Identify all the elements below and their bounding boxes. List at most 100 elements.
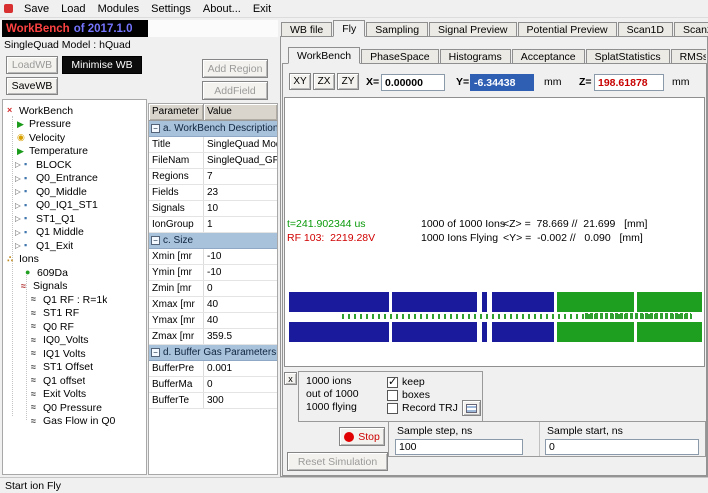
- table-row[interactable]: Xmin [mr -10: [149, 249, 277, 265]
- add-region-button[interactable]: Add Region: [202, 59, 268, 78]
- value-cell[interactable]: SingleQuad_GF2: [204, 153, 277, 168]
- expander-icon[interactable]: [15, 175, 24, 183]
- table-row[interactable]: IonGroup 1: [149, 217, 277, 233]
- value-cell[interactable]: 40: [204, 297, 277, 312]
- tree-item[interactable]: ≈ ST1 RF: [3, 307, 146, 321]
- tree-item[interactable]: ≈ ST1 Offset: [3, 361, 146, 375]
- minimise-wb-button[interactable]: Minimise WB: [62, 56, 142, 74]
- stop-button[interactable]: Stop: [339, 427, 385, 446]
- projection-button[interactable]: ZX: [313, 73, 335, 90]
- table-row[interactable]: a. WorkBench Description: [149, 121, 277, 137]
- tree-item[interactable]: ≈ Signals: [3, 280, 146, 294]
- value-cell[interactable]: 0.001: [204, 361, 277, 376]
- tab[interactable]: Acceptance: [512, 49, 585, 64]
- collapse-icon[interactable]: [151, 124, 160, 133]
- boxes-checkbox[interactable]: boxes: [387, 389, 430, 401]
- value-cell[interactable]: 0: [204, 377, 277, 392]
- tab[interactable]: PhaseSpace: [361, 49, 439, 64]
- table-row[interactable]: BufferTe 300: [149, 393, 277, 409]
- table-row[interactable]: Ymax [mr 40: [149, 313, 277, 329]
- value-cell[interactable]: 359.5: [204, 329, 277, 344]
- table-row[interactable]: Ymin [mr -10: [149, 265, 277, 281]
- reset-simulation-button[interactable]: Reset Simulation: [287, 452, 388, 471]
- table-row[interactable]: Zmax [mr 359.5: [149, 329, 277, 345]
- tree-item[interactable]: ∴ Ions: [3, 253, 146, 267]
- z-coordinate-input[interactable]: [594, 74, 664, 91]
- section-row[interactable]: d. Buffer Gas Parameters: [149, 345, 277, 360]
- close-overlay-button[interactable]: x: [284, 372, 297, 385]
- simulation-viewport[interactable]: t=241.902344 us RF 103: 2219.28V 1000 of…: [284, 97, 705, 367]
- table-row[interactable]: Signals 10: [149, 201, 277, 217]
- tree-item[interactable]: ▪ Q0_Middle: [3, 185, 146, 199]
- tree-item[interactable]: ≈ Q1 offset: [3, 374, 146, 388]
- tree-item[interactable]: ≈ Gas Flow in Q0: [3, 415, 146, 429]
- tree-item[interactable]: ▪ ST1_Q1: [3, 212, 146, 226]
- expander-icon[interactable]: [15, 161, 24, 169]
- tree-item[interactable]: ▶ Pressure: [3, 118, 146, 132]
- tree-item[interactable]: ● 609Da: [3, 266, 146, 280]
- tab[interactable]: Scan2D: [674, 22, 708, 37]
- expander-icon[interactable]: [15, 242, 24, 250]
- tab[interactable]: Signal Preview: [429, 22, 516, 37]
- value-cell[interactable]: 1: [204, 217, 277, 232]
- loadwb-button[interactable]: LoadWB: [6, 56, 58, 74]
- table-row[interactable]: Title SingleQuad Mod: [149, 137, 277, 153]
- table-row[interactable]: Xmax [mr 40: [149, 297, 277, 313]
- table-row[interactable]: Fields 23: [149, 185, 277, 201]
- tab[interactable]: Sampling: [366, 22, 428, 37]
- menu-item[interactable]: Settings: [145, 2, 197, 16]
- projection-button[interactable]: XY: [289, 73, 311, 90]
- tree-item[interactable]: ≈ IQ1 Volts: [3, 347, 146, 361]
- menu-item[interactable]: Save: [18, 2, 55, 16]
- table-row[interactable]: BufferPre 0.001: [149, 361, 277, 377]
- tree-item[interactable]: ◉ Velocity: [3, 131, 146, 145]
- tree-item[interactable]: ≈ Exit Volts: [3, 388, 146, 402]
- table-row[interactable]: d. Buffer Gas Parameters: [149, 345, 277, 361]
- tree-item[interactable]: ≈ Q0 RF: [3, 320, 146, 334]
- y-coordinate-input[interactable]: [470, 74, 534, 91]
- value-cell[interactable]: -10: [204, 265, 277, 280]
- collapse-icon[interactable]: [151, 348, 160, 357]
- tab[interactable]: SplatStatistics: [586, 49, 670, 64]
- sample-step-input[interactable]: [395, 439, 523, 455]
- value-cell[interactable]: 23: [204, 185, 277, 200]
- tab[interactable]: RMSstatistics: [671, 49, 706, 64]
- tree-item[interactable]: ▪ Q0_Entrance: [3, 172, 146, 186]
- tab[interactable]: WB file: [281, 22, 332, 37]
- table-row[interactable]: Zmin [mr 0: [149, 281, 277, 297]
- table-row[interactable]: Regions 7: [149, 169, 277, 185]
- tab[interactable]: Histograms: [440, 49, 511, 64]
- savewb-button[interactable]: SaveWB: [6, 77, 58, 95]
- menu-item[interactable]: About...: [197, 2, 247, 16]
- menu-item[interactable]: Modules: [92, 2, 146, 16]
- projection-button[interactable]: ZY: [337, 73, 359, 90]
- tree-item[interactable]: ▪ Q1_Exit: [3, 239, 146, 253]
- value-cell[interactable]: 7: [204, 169, 277, 184]
- tree-item[interactable]: ▪ Q0_IQ1_ST1: [3, 199, 146, 213]
- value-cell[interactable]: 0: [204, 281, 277, 296]
- table-row[interactable]: c. Size: [149, 233, 277, 249]
- x-coordinate-input[interactable]: [381, 74, 445, 91]
- menu-item[interactable]: Load: [55, 2, 91, 16]
- table-row[interactable]: BufferMa 0: [149, 377, 277, 393]
- tree-item[interactable]: ≈ IQ0_Volts: [3, 334, 146, 348]
- value-cell[interactable]: SingleQuad Mod: [204, 137, 277, 152]
- collapse-icon[interactable]: [151, 236, 160, 245]
- record-trj-button[interactable]: [462, 400, 481, 416]
- tab[interactable]: Scan1D: [618, 22, 673, 37]
- tab[interactable]: Fly: [333, 20, 365, 37]
- expander-icon[interactable]: [15, 188, 24, 196]
- sample-start-input[interactable]: [545, 439, 699, 455]
- expander-icon[interactable]: [15, 229, 24, 237]
- menu-item[interactable]: Exit: [247, 2, 277, 16]
- record-trj-checkbox[interactable]: Record TRJ: [387, 402, 458, 414]
- addfield-button[interactable]: AddField: [202, 81, 268, 100]
- expander-icon[interactable]: [15, 202, 24, 210]
- tab[interactable]: Potential Preview: [518, 22, 617, 37]
- section-row[interactable]: a. WorkBench Description: [149, 121, 277, 136]
- tab[interactable]: WorkBench: [288, 47, 360, 64]
- table-row[interactable]: FileNam SingleQuad_GF2: [149, 153, 277, 169]
- tree-item[interactable]: ≈ Q0 Pressure: [3, 401, 146, 415]
- tree-item[interactable]: ▪ Q1 Middle: [3, 226, 146, 240]
- value-cell[interactable]: 300: [204, 393, 277, 408]
